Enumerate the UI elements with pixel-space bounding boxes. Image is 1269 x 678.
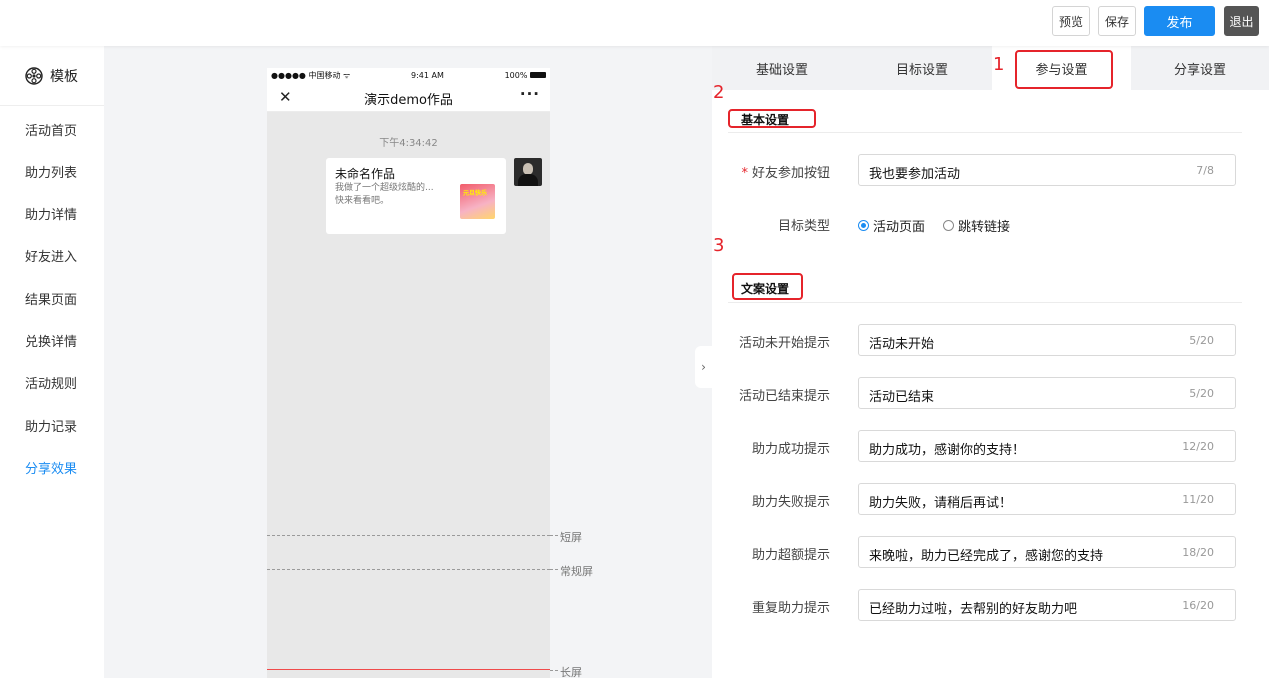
sidebar-header[interactable]: 模板 [0, 46, 104, 106]
status-time: 9:41 AM [410, 70, 444, 80]
top-toolbar: 预览 保存 发布 退出 [0, 0, 1269, 46]
radio-activity-page[interactable]: 活动页面 [858, 216, 925, 235]
basic-settings-title: 基本设置 [741, 113, 790, 127]
more-dots-icon[interactable]: ··· [520, 85, 540, 103]
normal-screen-label: 常规屏 [560, 565, 593, 578]
sidebar: 模板 活动首页 助力列表 助力详情 好友进入 结果页面 兑换详情 活动规则 助力… [0, 46, 104, 678]
not-started-input[interactable]: 活动未开始 5/20 [858, 324, 1236, 356]
film-reel-icon [25, 66, 43, 85]
annotation-number-2: 2 [713, 82, 725, 103]
annotation-number-1: 1 [993, 54, 1005, 75]
phone-status-bar: ●●●●● 中国移动 ᯤ 9:41 AM 100% [267, 68, 550, 82]
annotation-number-3: 3 [713, 235, 725, 256]
radio-jump-link[interactable]: 跳转链接 [943, 216, 1010, 235]
sidebar-item-activity-home[interactable]: 活动首页 [25, 120, 77, 139]
long-screen-guide [267, 669, 550, 670]
share-card[interactable]: 未命名作品 我做了一个超级炫酷的... 快来看看吧。 元旦快乐 [326, 158, 506, 234]
sidebar-item-help-list[interactable]: 助力列表 [25, 162, 77, 181]
sidebar-item-friend-entry[interactable]: 好友进入 [25, 246, 77, 265]
copy-settings-title: 文案设置 [741, 282, 790, 296]
help-fail-label: 助力失败提示 [751, 495, 830, 510]
annotation-box-tab [1015, 50, 1113, 89]
short-screen-guide [267, 535, 550, 536]
preview-canvas: ●●●●● 中国移动 ᯤ 9:41 AM 100% ✕ 演示demo作品 ···… [104, 46, 712, 678]
tab-share-settings[interactable]: 分享设置 [1131, 46, 1269, 90]
help-success-input[interactable]: 助力成功，感谢你的支持！ 12/20 [858, 430, 1236, 462]
save-button[interactable]: 保存 [1098, 6, 1136, 36]
tab-basic-settings[interactable]: 基础设置 [712, 46, 852, 90]
char-count: 12/20 [1182, 440, 1214, 453]
short-screen-label: 短屏 [560, 531, 582, 544]
help-exceed-label: 助力超额提示 [751, 548, 830, 563]
char-count: 5/20 [1189, 387, 1214, 400]
carrier-text: ●●●●● 中国移动 ᯤ [271, 70, 351, 80]
message-time: 下午4:34:42 [379, 138, 438, 149]
sidebar-item-result-page[interactable]: 结果页面 [25, 289, 77, 308]
publish-button[interactable]: 发布 [1144, 6, 1215, 36]
radio-unselected-icon [943, 220, 954, 231]
radio-selected-icon [858, 220, 869, 231]
share-card-desc: 我做了一个超级炫酷的... 快来看看吧。 [335, 183, 434, 206]
target-type-label: 目标类型 [777, 219, 830, 234]
normal-screen-guide [267, 569, 550, 570]
help-exceed-input[interactable]: 来晚啦，助力已经完成了，感谢您的支持 18/20 [858, 536, 1236, 568]
share-card-title: 未命名作品 [335, 167, 396, 181]
battery-icon [529, 72, 546, 78]
settings-tabs: 基础设置 目标设置 参与设置 分享设置 [712, 46, 1269, 90]
sidebar-item-exchange-detail[interactable]: 兑换详情 [25, 331, 77, 350]
phone-title: 演示demo作品 [364, 93, 453, 108]
char-count: 5/20 [1189, 334, 1214, 347]
battery-text: 100% [505, 71, 546, 80]
friend-button-label: * 好友参加按钮 [741, 166, 830, 181]
friend-button-input[interactable]: 我也要参加活动 7/8 [858, 154, 1236, 186]
sidebar-item-help-record[interactable]: 助力记录 [25, 416, 77, 435]
help-repeat-input[interactable]: 已经助力过啦，去帮别的好友助力吧 16/20 [858, 589, 1236, 621]
exit-button[interactable]: 退出 [1224, 6, 1259, 36]
settings-panel: 基础设置 目标设置 参与设置 分享设置 1 2 3 基本设置 * 好友参加按钮 我… [712, 46, 1269, 678]
char-count: 11/20 [1182, 493, 1214, 506]
char-count: 18/20 [1182, 546, 1214, 559]
phone-preview: ●●●●● 中国移动 ᯤ 9:41 AM 100% ✕ 演示demo作品 ···… [267, 68, 550, 678]
tab-target-settings[interactable]: 目标设置 [852, 46, 992, 90]
help-success-label: 助力成功提示 [751, 442, 830, 457]
thumbnail-text: 元旦快乐 [463, 190, 488, 197]
chevron-right-icon[interactable]: › [695, 346, 712, 388]
sidebar-item-activity-rules[interactable]: 活动规则 [25, 373, 77, 392]
preview-button[interactable]: 预览 [1052, 6, 1090, 36]
char-count: 16/20 [1182, 599, 1214, 612]
sidebar-header-label: 模板 [50, 68, 78, 85]
sidebar-item-help-detail[interactable]: 助力详情 [25, 204, 77, 223]
share-card-thumbnail: 元旦快乐 [460, 184, 495, 219]
help-fail-input[interactable]: 助力失败，请稍后再试！ 11/20 [858, 483, 1236, 515]
avatar [514, 158, 542, 186]
sidebar-item-share-effect[interactable]: 分享效果 [25, 458, 77, 477]
long-screen-label: 长屏 [560, 666, 582, 678]
phone-nav-bar: ✕ 演示demo作品 ··· [267, 82, 550, 112]
help-repeat-label: 重复助力提示 [751, 601, 830, 616]
ended-input[interactable]: 活动已结束 5/20 [858, 377, 1236, 409]
char-count: 7/8 [1196, 164, 1214, 177]
